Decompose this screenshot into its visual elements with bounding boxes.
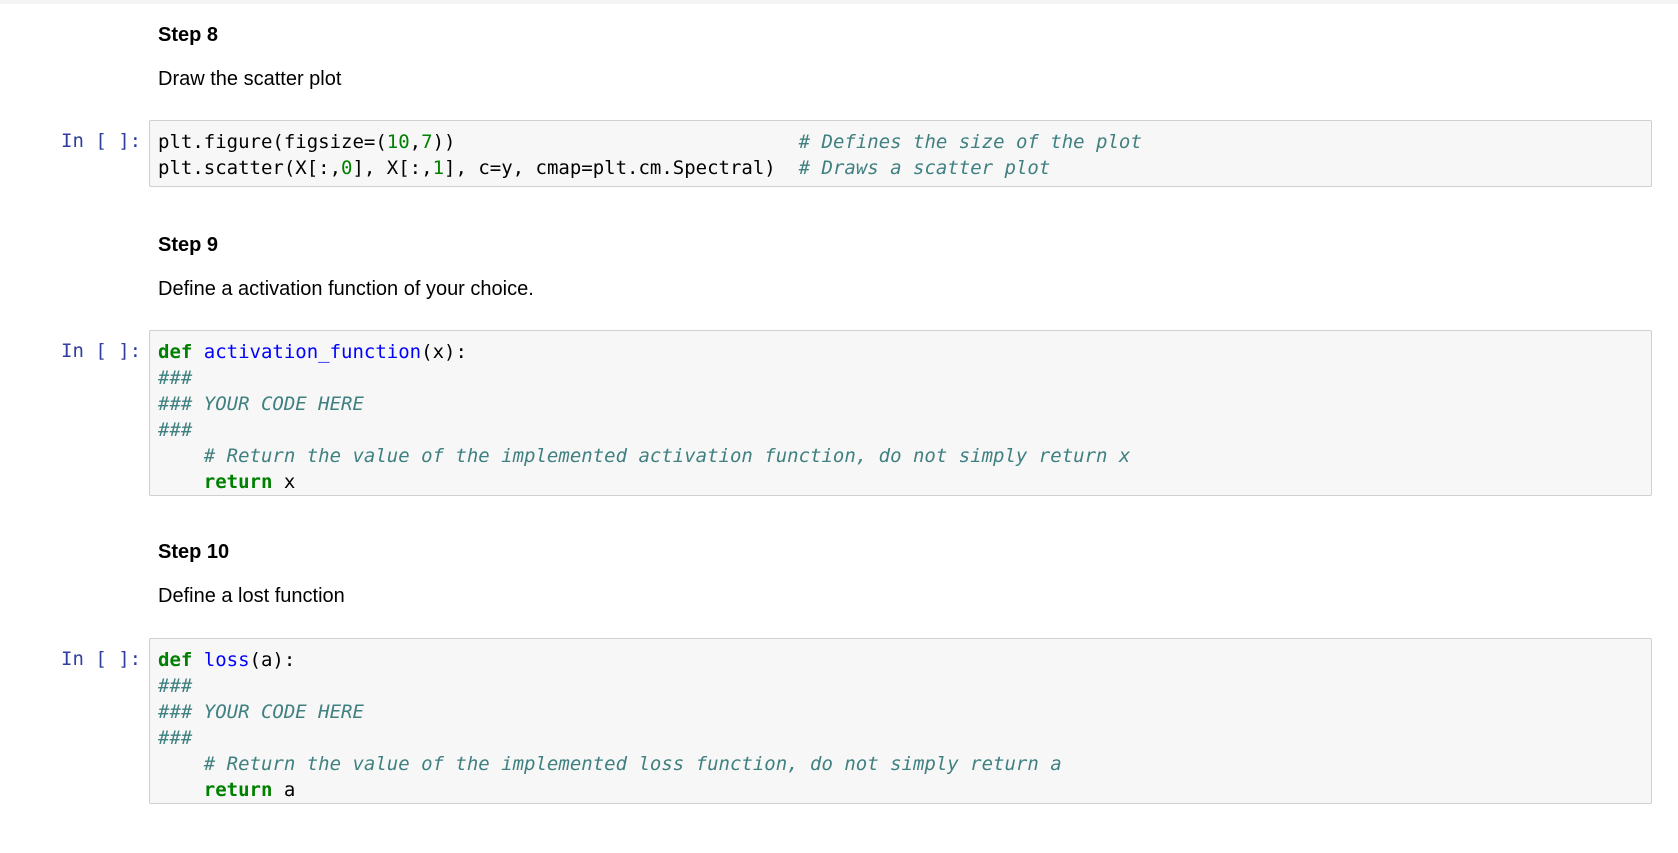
step-9-description: Define a activation function of your cho… [158, 278, 534, 300]
step-9-code-cell[interactable]: def activation_function(x): ### ### YOUR… [149, 330, 1652, 496]
step-10-description: Define a lost function [158, 585, 345, 607]
step-8-code-cell[interactable]: plt.figure(figsize=(10,7)) # Defines the… [149, 120, 1652, 187]
step-9-heading: Step 9 [158, 234, 219, 256]
step-9-code[interactable]: def activation_function(x): ### ### YOUR… [158, 339, 1643, 495]
step-8-description: Draw the scatter plot [158, 68, 342, 90]
top-divider [0, 0, 1678, 4]
step-10-code-cell[interactable]: def loss(a): ### ### YOUR CODE HERE ### … [149, 638, 1652, 804]
step-10-heading: Step 10 [158, 541, 230, 563]
step-8-code[interactable]: plt.figure(figsize=(10,7)) # Defines the… [158, 129, 1643, 181]
step-8-cell-prompt: In [ ]: [61, 130, 142, 152]
step-10-code[interactable]: def loss(a): ### ### YOUR CODE HERE ### … [158, 647, 1643, 803]
step-8-heading: Step 8 [158, 24, 219, 46]
step-10-cell-prompt: In [ ]: [61, 648, 142, 670]
step-9-cell-prompt: In [ ]: [61, 340, 142, 362]
